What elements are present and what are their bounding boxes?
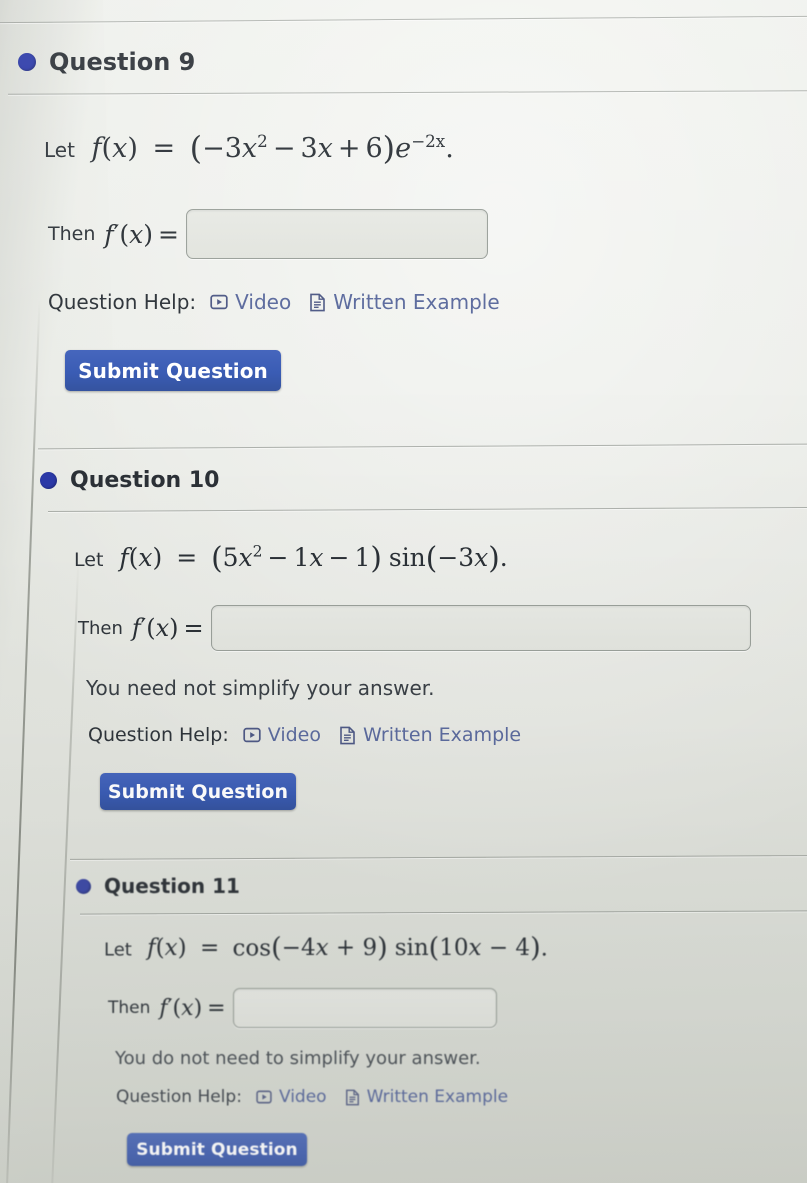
video-play-icon bbox=[256, 1089, 272, 1105]
poly-op-2: + bbox=[337, 133, 361, 165]
derivative-notation: f′(x) bbox=[159, 995, 203, 1021]
function-notation: f(x) bbox=[91, 133, 138, 165]
submit-question-button-q10[interactable]: Submit Question bbox=[100, 773, 296, 810]
divider-above-q10 bbox=[38, 443, 807, 450]
simplify-note-q11: You do not need to simplify your answer. bbox=[115, 1048, 481, 1069]
submit-question-button-q9[interactable]: Submit Question bbox=[65, 350, 281, 391]
document-icon bbox=[309, 293, 326, 312]
problem-statement-q9: Let f(x) = (−3x2−3x +6)e−2x. bbox=[44, 129, 454, 167]
question-heading-q9: Question 9 bbox=[18, 48, 195, 76]
document-icon bbox=[345, 1089, 360, 1106]
paren-close: ) bbox=[370, 541, 382, 575]
derivative-notation: f′(x) bbox=[104, 219, 153, 249]
video-help-link-q11[interactable]: Video bbox=[256, 1087, 327, 1107]
derivative-notation: f′(x) bbox=[131, 614, 179, 642]
question-help-label: Question Help: bbox=[88, 724, 229, 746]
poly-term-3: 1 bbox=[354, 543, 371, 573]
question-heading-label: Question 10 bbox=[70, 468, 220, 493]
poly-term-1: −3x2 bbox=[202, 131, 268, 165]
written-example-link-q10[interactable]: Written Example bbox=[339, 724, 521, 746]
poly-op-2: − bbox=[328, 543, 350, 573]
equals-sign: = bbox=[157, 219, 179, 249]
poly-term-3: 6 bbox=[365, 133, 383, 165]
divider-under-q11-heading bbox=[80, 910, 807, 915]
function-notation: f(x) bbox=[119, 543, 163, 573]
document-icon bbox=[339, 726, 356, 745]
period: . bbox=[540, 935, 548, 962]
video-help-label: Video bbox=[267, 724, 321, 746]
question-help-row-q10: Question Help: Video Written Example bbox=[88, 724, 539, 746]
equals-sign: = bbox=[199, 935, 220, 962]
answer-row-q11: Then f′(x) = bbox=[108, 988, 497, 1028]
question-heading-q11: Question 11 bbox=[76, 874, 240, 898]
written-example-link-q11[interactable]: Written Example bbox=[345, 1087, 508, 1107]
divider-under-q9-heading bbox=[8, 90, 807, 95]
trig2-argument: (10x − 4) bbox=[428, 933, 541, 964]
video-play-icon bbox=[210, 293, 228, 311]
answer-input-q11[interactable] bbox=[232, 988, 497, 1028]
question-heading-q10: Question 10 bbox=[40, 468, 220, 493]
then-label: Then bbox=[78, 617, 123, 639]
filled-circle-icon bbox=[40, 472, 57, 489]
screenshot-root: Question 9 Let f(x) = (−3x2−3x +6)e−2x. T… bbox=[0, 0, 807, 1183]
equals-sign: = bbox=[152, 133, 176, 165]
period: . bbox=[499, 543, 508, 573]
exponential-base: e bbox=[395, 133, 412, 165]
poly-term-1: 5x2 bbox=[222, 542, 263, 573]
let-label: Let bbox=[74, 549, 104, 572]
trig1-argument: (−4x + 9) bbox=[271, 933, 388, 964]
answer-input-q9[interactable] bbox=[185, 209, 488, 259]
quiz-content: Question 9 Let f(x) = (−3x2−3x +6)e−2x. T… bbox=[0, 0, 807, 1183]
divider-above-q11 bbox=[70, 855, 807, 860]
video-help-link-q9[interactable]: Video bbox=[210, 290, 291, 314]
question-help-label: Question Help: bbox=[48, 290, 197, 314]
poly-op-1: − bbox=[272, 133, 296, 165]
let-label: Let bbox=[44, 138, 75, 163]
filled-circle-icon bbox=[18, 53, 36, 71]
written-example-label: Written Example bbox=[333, 290, 500, 314]
equals-sign: = bbox=[183, 614, 204, 642]
trig1-name: cos bbox=[232, 935, 272, 962]
problem-statement-q10: Let f(x) = (5x2−1x −1) sin(−3x). bbox=[74, 541, 508, 575]
answer-row-q10: Then f′(x) = bbox=[78, 605, 751, 651]
divider-under-q10-heading bbox=[48, 507, 807, 512]
paren-open: ( bbox=[189, 129, 203, 167]
written-example-label: Written Example bbox=[366, 1087, 509, 1107]
video-help-label: Video bbox=[235, 290, 292, 314]
problem-statement-q11: Let f(x) = cos(−4x + 9) sin(10x − 4). bbox=[104, 933, 548, 964]
equals-sign: = bbox=[176, 543, 198, 573]
video-help-link-q10[interactable]: Video bbox=[243, 724, 321, 746]
trig2-name: sin bbox=[394, 935, 429, 962]
poly-term-2: 1x bbox=[293, 543, 324, 573]
filled-circle-icon bbox=[76, 878, 91, 894]
exponential-power: −2x bbox=[411, 131, 446, 152]
poly-term-2: 3x bbox=[300, 133, 333, 165]
simplify-note-q10: You need not simplify your answer. bbox=[86, 676, 435, 700]
divider-top bbox=[0, 15, 807, 24]
answer-input-q10[interactable] bbox=[210, 605, 751, 651]
function-notation: f(x) bbox=[147, 935, 187, 962]
video-play-icon bbox=[243, 726, 261, 744]
paren-open: ( bbox=[211, 541, 223, 575]
question-help-row-q11: Question Help: Video Written Example bbox=[116, 1087, 526, 1107]
submit-question-button-q11[interactable]: Submit Question bbox=[127, 1133, 307, 1166]
let-label: Let bbox=[104, 939, 132, 961]
question-heading-label: Question 11 bbox=[104, 874, 240, 898]
period: . bbox=[445, 133, 454, 165]
question-help-label: Question Help: bbox=[116, 1087, 242, 1107]
equals-sign: = bbox=[207, 995, 226, 1021]
video-help-label: Video bbox=[278, 1087, 327, 1107]
trig-name: sin bbox=[388, 543, 426, 573]
question-help-row-q9: Question Help: Video Written Example bbox=[48, 290, 518, 314]
then-label: Then bbox=[108, 998, 151, 1018]
trig-argument: (−3x) bbox=[425, 541, 500, 575]
answer-row-q9: Then f′(x) = bbox=[48, 209, 488, 259]
question-heading-label: Question 9 bbox=[49, 48, 196, 76]
then-label: Then bbox=[48, 223, 96, 245]
written-example-link-q9[interactable]: Written Example bbox=[309, 290, 500, 314]
paren-close: ) bbox=[382, 129, 396, 167]
poly-op-1: − bbox=[267, 543, 289, 573]
written-example-label: Written Example bbox=[362, 724, 522, 746]
